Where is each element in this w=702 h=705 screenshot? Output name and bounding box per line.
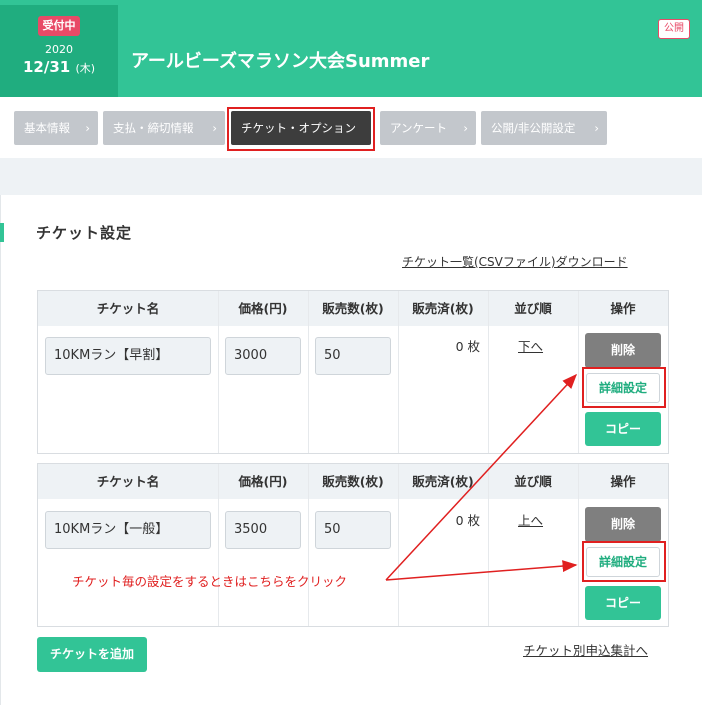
arrow-to-first-detail [385, 373, 578, 581]
ticket-summary-link[interactable]: チケット別申込集計へ [523, 640, 648, 659]
arrow-to-second-detail [385, 560, 578, 581]
annotation-text: チケット毎の設定をするときはこちらをクリック [72, 574, 348, 589]
add-ticket-button[interactable]: チケットを追加 [37, 637, 147, 672]
annotation-arrows [385, 373, 578, 581]
